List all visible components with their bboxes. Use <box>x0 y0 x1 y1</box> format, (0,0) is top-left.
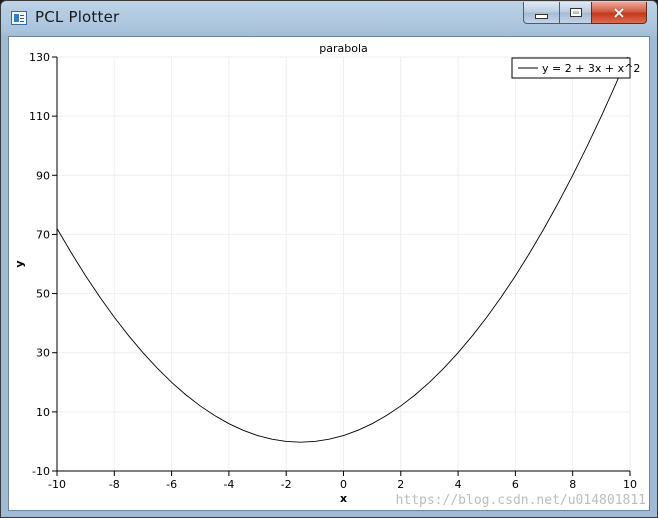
x-tick-label: 6 <box>512 478 519 491</box>
plot-area[interactable]: -10 -8 -6 -4 -2 0 2 4 6 8 10 -10 10 30 50 70 90 110 130 pa… <box>8 36 650 511</box>
watermark: https://blog.csdn.net/u014801811 <box>396 493 646 508</box>
title-bar[interactable]: PCL Plotter × <box>1 1 657 37</box>
grid-lines <box>56 56 631 472</box>
x-tick-label: 10 <box>623 478 637 491</box>
legend: y = 2 + 3x + x^2 <box>511 57 640 79</box>
close-icon: × <box>612 3 626 22</box>
x-tick-label: -6 <box>166 478 177 491</box>
minimize-button[interactable] <box>523 2 560 24</box>
x-tick-label: 0 <box>340 478 347 491</box>
y-tick-label: 90 <box>36 169 50 182</box>
minimize-icon <box>535 14 548 19</box>
y-tick-label: 50 <box>36 288 50 301</box>
x-tick-label: -8 <box>109 478 120 491</box>
x-tick-label: -10 <box>48 478 66 491</box>
x-tick-label: 4 <box>455 478 462 491</box>
y-tick-label: 110 <box>29 110 50 123</box>
x-tick-label: 8 <box>569 478 576 491</box>
y-axis-label: y <box>13 260 26 267</box>
y-tick-label: 10 <box>36 406 50 419</box>
y-tick-label: 130 <box>29 51 50 64</box>
window-title: PCL Plotter <box>35 8 120 26</box>
axes <box>52 56 631 476</box>
close-button[interactable]: × <box>591 2 647 24</box>
tick-labels: -10 -8 -6 -4 -2 0 2 4 6 8 10 -10 10 30 50 70 90 110 130 <box>29 51 637 491</box>
y-tick-label: -10 <box>32 465 50 478</box>
x-tick-label: 2 <box>397 478 404 491</box>
legend-entry: y = 2 + 3x + x^2 <box>542 62 640 75</box>
maximize-button[interactable] <box>559 2 592 24</box>
x-tick-label: -2 <box>281 478 292 491</box>
y-tick-label: 30 <box>36 347 50 360</box>
y-tick-label: 70 <box>36 228 50 241</box>
maximize-icon <box>569 8 582 17</box>
app-window: PCL Plotter × -10 -8 -6 -4 -2 0 2 4 6 8 10 -10 10 30 5… <box>0 0 658 518</box>
x-axis-label: x <box>340 492 347 505</box>
x-tick-label: -4 <box>223 478 234 491</box>
parabola-chart[interactable]: -10 -8 -6 -4 -2 0 2 4 6 8 10 -10 10 30 50 70 90 110 130 pa… <box>9 37 649 510</box>
chart-title: parabola <box>319 42 368 55</box>
app-icon[interactable] <box>11 11 27 25</box>
